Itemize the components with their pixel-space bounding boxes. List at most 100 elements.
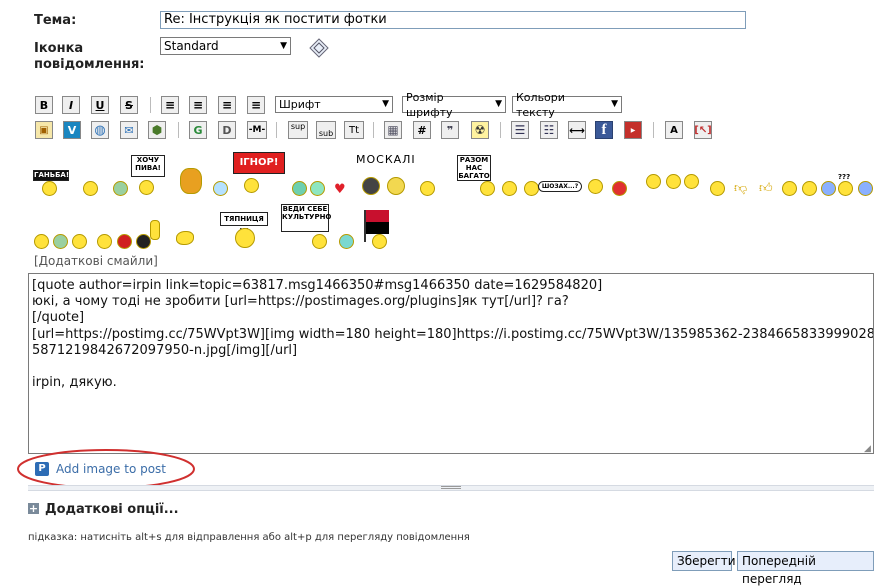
preview-button[interactable]: Попередній перегляд (737, 551, 874, 586)
smiley-shozak[interactable] (524, 181, 539, 196)
smiley-green[interactable] (310, 181, 325, 196)
smiley-laugh[interactable] (53, 234, 68, 249)
code-button[interactable]: # (413, 121, 431, 139)
smiley-ignor-sign[interactable]: ІГНОР! (233, 152, 285, 174)
smiley-shocked[interactable] (821, 181, 836, 196)
smiley-arm[interactable] (150, 220, 160, 240)
smiley-moskali-2[interactable] (387, 177, 405, 195)
smiley-ganba[interactable] (42, 181, 57, 196)
smiley-cheers-2[interactable] (666, 174, 681, 189)
quote-button[interactable]: ❞ (441, 121, 459, 139)
smiley-confused[interactable] (838, 181, 853, 196)
smiley-cheers-3[interactable] (684, 174, 699, 189)
smiley-razom[interactable] (480, 181, 495, 196)
resize-grip-icon[interactable]: ◢ (864, 444, 871, 454)
smiley-dots[interactable] (83, 181, 98, 196)
smiley-upa-flag[interactable] (364, 210, 389, 242)
expand-plus-icon[interactable]: + (28, 503, 39, 514)
text-color-select[interactable]: Кольори тексту ▼ (512, 91, 622, 119)
align-center-icon: ≡ (221, 98, 233, 112)
smiley-dog[interactable] (180, 168, 202, 194)
smiley-teal[interactable] (292, 181, 307, 196)
ftp-button[interactable]: ⬢ (148, 121, 166, 139)
align-justify-icon: ≡ (192, 98, 204, 112)
quote-icon: ❞ (446, 123, 454, 137)
smiley-eat[interactable] (710, 181, 725, 196)
font-select[interactable]: Шрифт ▼ (275, 96, 393, 113)
message-textarea[interactable]: [quote author=irpin link=topic=63817.msg… (28, 273, 874, 454)
remove-format-button[interactable]: [↖] (694, 121, 712, 139)
hint-text: підказка: натисніть alt+s для відправлен… (28, 532, 470, 543)
align-center-button[interactable]: ≡ (218, 96, 236, 114)
smiley-grin-2[interactable] (97, 234, 112, 249)
vimeo-button[interactable]: V (63, 121, 81, 139)
smiley-pyva-sign[interactable]: ХОЧУ ПИВА! (131, 155, 165, 177)
marquee-button[interactable]: -M- (247, 121, 267, 139)
thumbs-down-icon[interactable]: 👎︎ (734, 181, 747, 196)
additional-options-link[interactable]: Додаткові опції... (45, 502, 179, 517)
smiley-upa[interactable] (372, 234, 387, 249)
smiley-moskali-1[interactable] (362, 177, 380, 195)
smiley-tiapnytsia-sign[interactable]: ТЯПНИЦЯ !!! (220, 212, 268, 235)
superscript-button[interactable]: sup (288, 121, 308, 139)
email-button[interactable]: ✉ (120, 121, 138, 139)
bullet-list-button[interactable]: ☰ (511, 121, 529, 139)
strike-button[interactable]: S (120, 96, 138, 114)
smiley-sad[interactable] (858, 181, 873, 196)
smiley-smile[interactable] (502, 181, 517, 196)
save-button[interactable]: Зберегти (672, 551, 736, 571)
add-image-link[interactable]: Add image to post (56, 462, 166, 476)
smiley-flag[interactable] (420, 181, 435, 196)
subject-input[interactable]: Re: Інструкція як постити фотки (160, 11, 746, 29)
smiley-moskali-sign[interactable]: МОСКАЛІ (356, 153, 416, 166)
spoiler-button[interactable]: ☢ (471, 121, 489, 139)
numbered-list-button[interactable]: ☷ (540, 121, 558, 139)
smiley-hand[interactable] (176, 231, 194, 245)
smiley-worried[interactable] (588, 179, 603, 194)
smiley-shozak-bubble[interactable]: ШОЗАХ...? (538, 181, 582, 192)
smiley-vedy-sign[interactable]: ВЕДИ СЕБЕ КУЛЬТУРНО (281, 204, 331, 232)
hyperlink-button[interactable]: ◍ (91, 121, 109, 139)
smiley-grin[interactable] (113, 181, 128, 196)
smiley-tiapnytsia[interactable] (235, 228, 255, 248)
textarea-resize-bar[interactable] (28, 485, 874, 491)
teletype-button[interactable]: Tt (344, 121, 364, 139)
table-icon: ▦ (387, 123, 399, 137)
smiley-cool[interactable] (339, 234, 354, 249)
smiley-razom-sign[interactable]: РАЗОМ НАС БАГАТО (457, 155, 491, 181)
smiley-cheers-1[interactable] (646, 174, 661, 189)
italic-button[interactable]: I (62, 96, 80, 114)
smiley-vedy[interactable] (312, 234, 327, 249)
font-size-select[interactable]: Розмір шрифту ▼ (402, 91, 506, 119)
more-smileys-link[interactable]: [Додаткові смайли] (34, 254, 158, 268)
message-icon-select[interactable]: Standard ▼ (160, 37, 291, 55)
smiley-glasses[interactable] (72, 234, 87, 249)
horizontal-rule-button[interactable]: ⟷ (568, 121, 586, 139)
glow-button[interactable]: G (189, 121, 207, 139)
smiley-angry[interactable] (612, 181, 627, 196)
bold-button[interactable]: B (35, 96, 53, 114)
postimage-icon[interactable]: P (35, 462, 49, 476)
smiley-pyva[interactable] (139, 180, 154, 195)
shadow-button[interactable]: D (218, 121, 236, 139)
smiley-happy[interactable] (34, 234, 49, 249)
smiley-blush[interactable] (213, 181, 228, 196)
align-justify-button[interactable]: ≡ (189, 96, 207, 114)
flag-black (366, 222, 389, 234)
smiley-red[interactable] (117, 234, 132, 249)
subscript-button[interactable]: sub (316, 121, 336, 139)
smiley-plain[interactable] (782, 181, 797, 196)
thumbs-up-icon[interactable]: 👍︎ (759, 181, 773, 196)
table-button[interactable]: ▦ (384, 121, 402, 139)
facebook-button[interactable]: f (595, 121, 613, 139)
spellcheck-button[interactable]: A (665, 121, 683, 139)
align-right-button[interactable]: ≡ (247, 96, 265, 114)
smiley-dark[interactable] (136, 234, 151, 249)
underline-button[interactable]: U (91, 96, 109, 114)
smiley-blank[interactable] (802, 181, 817, 196)
smiley-ganba-sign[interactable]: ГАНЬБА! (33, 170, 69, 181)
youtube-button[interactable]: ▶ (624, 121, 642, 139)
flash-button[interactable]: ▣ (35, 121, 53, 139)
align-left-button[interactable]: ≡ (161, 96, 179, 114)
smiley-ignor[interactable] (244, 178, 259, 193)
